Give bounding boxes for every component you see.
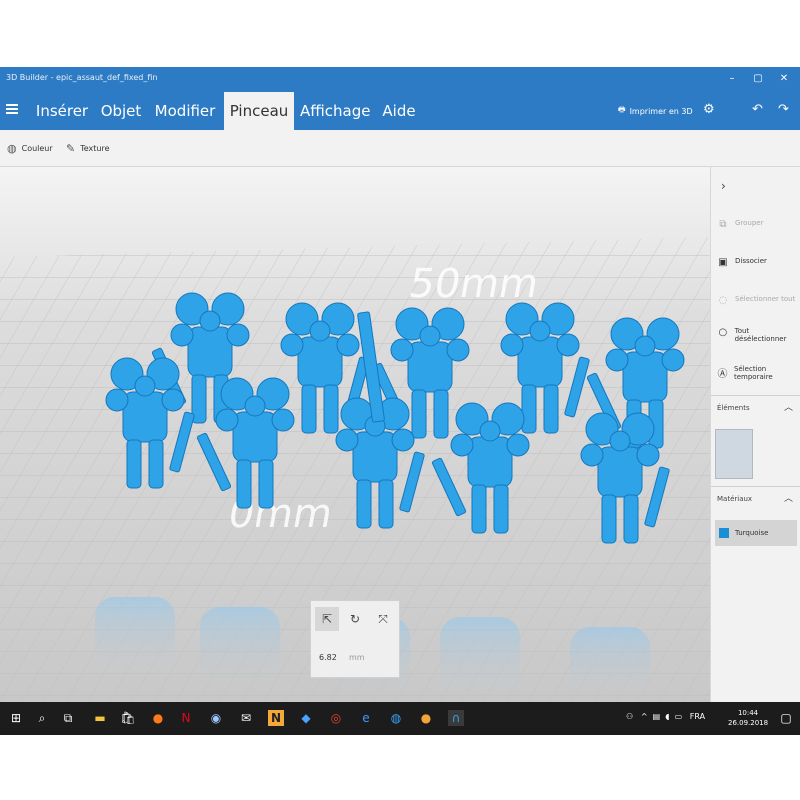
task-view-icon[interactable]: ⧉ [60, 710, 76, 726]
temp-select-icon: Ⓐ [717, 369, 728, 380]
move-tool-icon[interactable]: ⇱ [315, 607, 339, 631]
transform-popup: ⇱ ↻ ⤧ 6.82 mm [310, 600, 400, 678]
mail-icon[interactable]: ✉ [238, 710, 254, 726]
texture-tool[interactable]: ✎ Texture [66, 142, 110, 155]
chevron-up-icon: ︿ [783, 403, 793, 413]
people-icon[interactable]: ⚇ [626, 712, 633, 721]
system-tray: ⚇ ^ ▤ ◖ ▭ FRA [626, 712, 705, 721]
select-all-label: Sélectionner tout [735, 295, 796, 303]
firefox-icon[interactable]: ● [150, 710, 166, 726]
app-icon-orange[interactable]: ● [418, 710, 434, 726]
brush-icon: ✎ [66, 142, 76, 155]
material-name: Turquoise [735, 529, 769, 537]
deselect-all-label: Tout désélectionner [734, 327, 787, 343]
file-explorer-icon[interactable]: ▬ [92, 710, 108, 726]
settings-icon[interactable]: ⚙ [703, 102, 715, 117]
dropbox-icon[interactable]: ◆ [298, 710, 314, 726]
printer-icon: 🖶 [618, 105, 626, 114]
print-3d-button[interactable]: 🖶 Imprimer en 3D [618, 104, 693, 118]
collapse-panel-icon[interactable]: › [721, 179, 726, 193]
elements-header[interactable]: Éléments ︿ [711, 395, 800, 419]
brush-toolbar: ◍ Couleur ✎ Texture [0, 130, 800, 167]
group-label: Grouper [735, 219, 764, 227]
language-indicator[interactable]: FRA [690, 712, 705, 721]
tab-objet[interactable]: Objet [96, 92, 146, 130]
screen: 3D Builder - epic_assaut_def_fixed_fin –… [0, 67, 800, 735]
deselect-all-icon: ○ [718, 327, 728, 338]
ungroup-label: Dissocier [735, 257, 767, 265]
scale-tool-icon[interactable]: ⤧ [371, 607, 395, 631]
chevron-up-icon: ︿ [783, 494, 793, 504]
temp-select-button[interactable]: Ⓐ Sélection temporaire [717, 365, 800, 381]
maximize-button[interactable]: ▢ [748, 71, 768, 87]
ungroup-icon: ▣ [718, 257, 728, 268]
texture-tool-label: Texture [80, 144, 110, 153]
hamburger-menu-icon[interactable] [6, 104, 18, 114]
battery-icon[interactable]: ▭ [675, 712, 683, 721]
edge-icon[interactable]: e [358, 710, 374, 726]
material-swatch [719, 528, 729, 538]
search-icon[interactable]: ⌕ [34, 710, 50, 726]
group-button[interactable]: ⧉ Grouper [717, 219, 800, 230]
app-icon-blue[interactable]: ◍ [388, 710, 404, 726]
temp-select-label: Sélection temporaire [733, 365, 773, 381]
volume-icon[interactable]: ◖ [665, 712, 669, 721]
material-item-turquoise[interactable]: Turquoise [715, 520, 797, 546]
steam-icon[interactable]: ◉ [208, 710, 224, 726]
materials-header[interactable]: Matériaux ︿ [711, 486, 800, 510]
group-icon: ⧉ [719, 219, 727, 230]
tab-affichage[interactable]: Affichage [300, 92, 370, 130]
tab-pinceau[interactable]: Pinceau [224, 92, 294, 130]
3d-builder-taskbar-icon[interactable]: ∩ [448, 710, 464, 726]
ribbon-menu: Insérer Objet Modifier Pinceau Affichage… [0, 92, 800, 130]
ungroup-button[interactable]: ▣ Dissocier [717, 257, 800, 268]
chrome-icon[interactable]: ◎ [328, 710, 344, 726]
transform-value[interactable]: 6.82 [319, 653, 337, 662]
netflix-icon[interactable]: N [178, 710, 194, 726]
notifications-icon[interactable]: ▢ [778, 710, 794, 726]
clock-time: 10:44 [737, 709, 759, 717]
color-tool[interactable]: ◍ Couleur [7, 142, 53, 155]
window-title: 3D Builder - epic_assaut_def_fixed_fin [6, 73, 158, 82]
undo-icon[interactable]: ↶ [752, 102, 763, 117]
tab-modifier[interactable]: Modifier [152, 92, 218, 130]
tab-aide[interactable]: Aide [378, 92, 420, 130]
rotate-tool-icon[interactable]: ↻ [343, 607, 367, 631]
redo-icon[interactable]: ↷ [778, 102, 789, 117]
network-icon[interactable]: ▤ [653, 712, 661, 721]
right-panel: › ⧉ Grouper ▣ Dissocier ◌ Sélectionner t… [710, 167, 800, 702]
select-all-icon: ◌ [718, 295, 728, 306]
store-icon[interactable]: 🛍 [120, 710, 136, 726]
windows-start-icon[interactable]: ⊞ [8, 710, 24, 726]
elements-header-label: Éléments [717, 404, 750, 412]
close-button[interactable]: ✕ [774, 71, 794, 87]
element-thumbnail[interactable] [715, 429, 753, 479]
minimize-button[interactable]: – [722, 71, 742, 87]
print-3d-label: Imprimer en 3D [629, 106, 693, 116]
palette-icon: ◍ [7, 142, 17, 155]
color-tool-label: Couleur [21, 144, 53, 153]
windows-taskbar: ⊞ ⌕ ⧉ ▬ 🛍 ● N ◉ ✉ N ◆ ◎ e ◍ ● ∩ ⚇ ^ ▤ ◖ … [0, 702, 800, 735]
title-bar: 3D Builder - epic_assaut_def_fixed_fin –… [0, 67, 800, 92]
clock[interactable]: 10:44 26.09.2018 [728, 708, 768, 728]
transform-unit: mm [349, 653, 365, 662]
chevron-up-icon[interactable]: ^ [641, 712, 648, 721]
clock-date: 26.09.2018 [728, 719, 769, 727]
materials-header-label: Matériaux [717, 495, 753, 503]
notes-app-icon[interactable]: N [268, 710, 284, 726]
tab-inserer[interactable]: Insérer [34, 92, 90, 130]
select-all-button[interactable]: ◌ Sélectionner tout [717, 295, 800, 306]
scale-label-50mm: 50mm [405, 260, 542, 307]
deselect-all-button[interactable]: ○ Tout désélectionner [717, 327, 800, 343]
